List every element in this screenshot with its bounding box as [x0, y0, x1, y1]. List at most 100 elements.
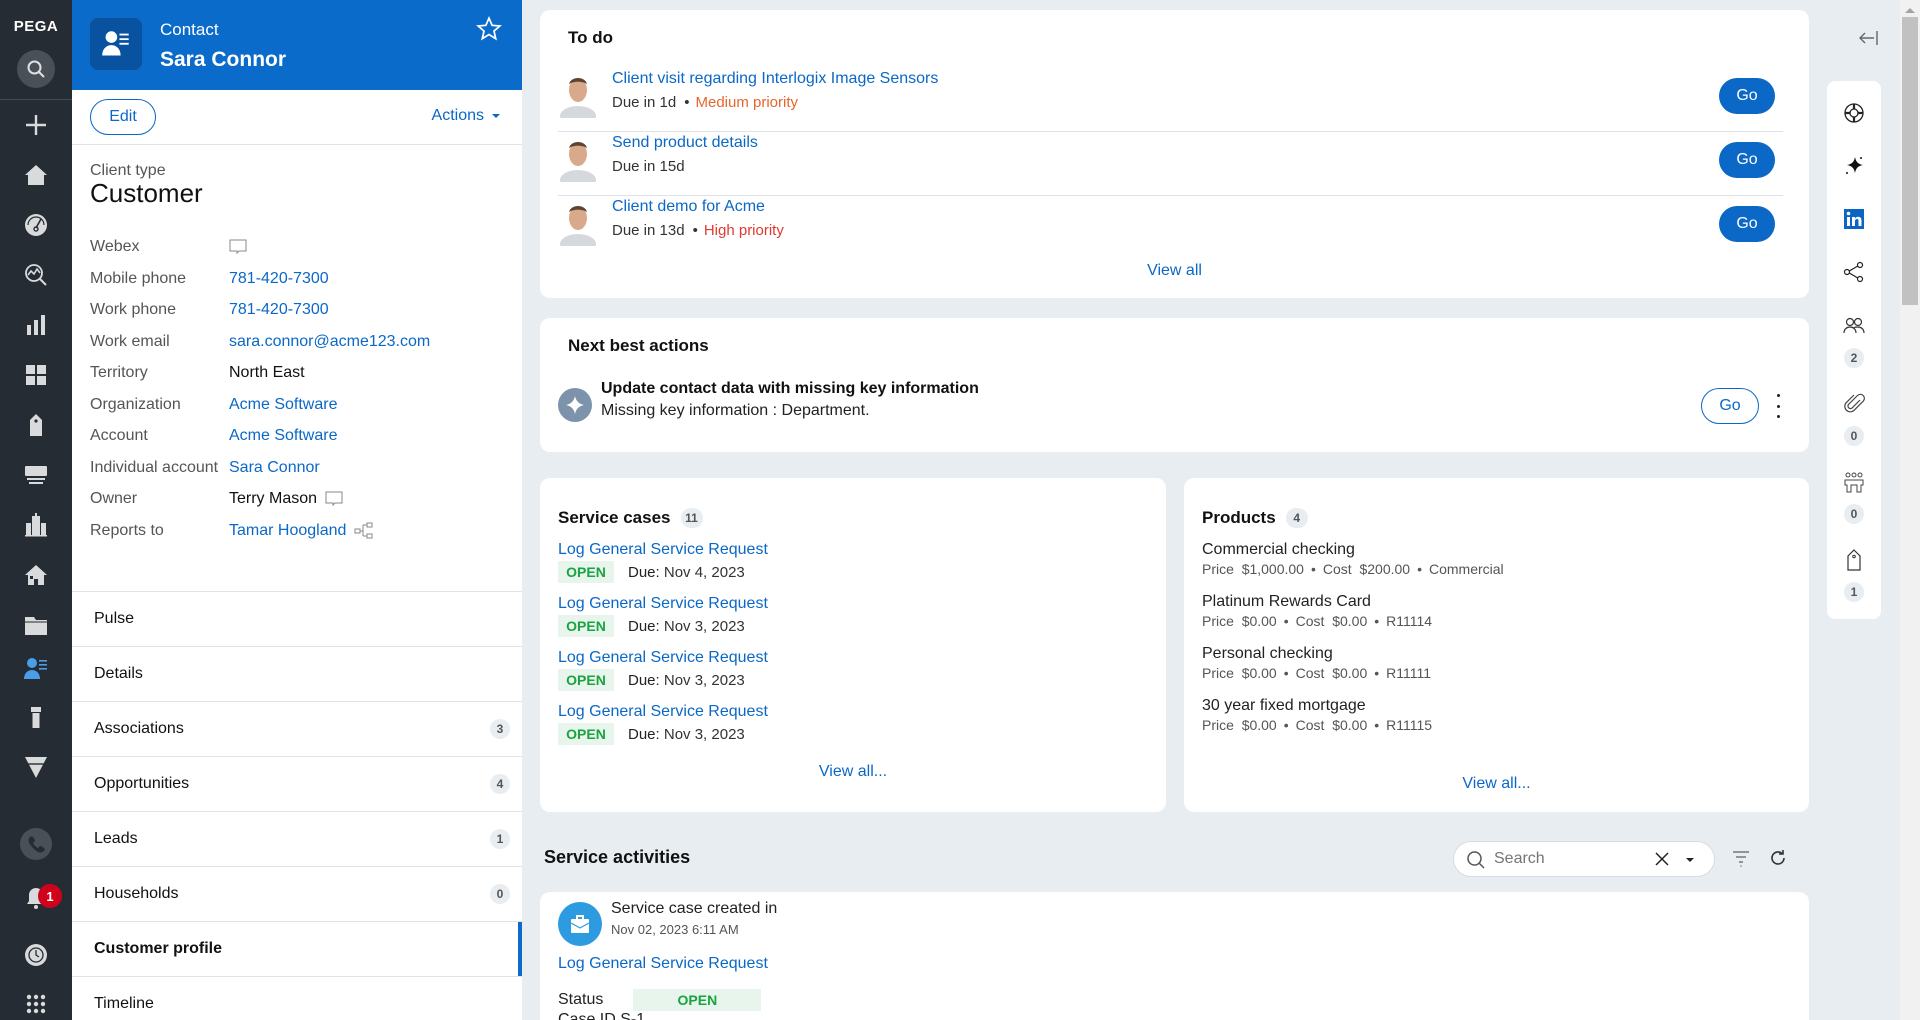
- nav-contacts[interactable]: [0, 651, 72, 687]
- nav-reports[interactable]: [0, 307, 72, 343]
- service-case-link[interactable]: Log General Service Request: [558, 649, 768, 667]
- search-options-dropdown-icon[interactable]: [1686, 858, 1694, 862]
- territory-value: North East: [229, 364, 305, 381]
- products-view-all-link[interactable]: View all...: [1184, 775, 1809, 793]
- tab-timeline[interactable]: Timeline: [72, 976, 522, 1020]
- service-case-item: Log General Service Request OPEN Due: Nov…: [558, 703, 768, 745]
- field-label: Reports to: [90, 521, 164, 539]
- product-meta: Price $1,000.00 • Cost $200.00 • Commercial: [1202, 561, 1504, 577]
- go-button[interactable]: Go: [1719, 78, 1775, 114]
- activity-headline: Service case created in: [611, 900, 778, 917]
- reports-to-value: Tamar Hoogland: [229, 520, 510, 542]
- nav-phone[interactable]: [0, 826, 72, 862]
- service-cases-view-all-link[interactable]: View all...: [540, 763, 1166, 781]
- nav-spaces[interactable]: [0, 357, 72, 393]
- collapse-panel-icon[interactable]: [1858, 28, 1880, 48]
- count-badge: 3: [490, 719, 510, 739]
- rail-tags[interactable]: 1: [1827, 548, 1881, 602]
- mobile-phone-link[interactable]: 781-420-7300: [229, 268, 510, 290]
- nav-explore-data[interactable]: [0, 257, 72, 293]
- nav-create[interactable]: [0, 107, 72, 143]
- search-icon: [27, 60, 45, 78]
- individual-account-link[interactable]: Sara Connor: [229, 457, 510, 479]
- go-button[interactable]: Go: [1719, 206, 1775, 242]
- activity-search-box: [1453, 841, 1715, 877]
- product-item: 30 year fixed mortgage Price $0.00 • Cost …: [1202, 697, 1432, 733]
- refresh-icon[interactable]: [1768, 848, 1788, 868]
- todo-item-link[interactable]: Send product details: [612, 134, 758, 152]
- nav-organizations[interactable]: [0, 507, 72, 543]
- rail-followers[interactable]: 2: [1827, 314, 1881, 368]
- activity-search-input[interactable]: [1494, 848, 1644, 870]
- go-button[interactable]: Go: [1719, 142, 1775, 178]
- todo-card: To do Client visit regarding Interlogix …: [540, 10, 1809, 298]
- tag-icon: [30, 414, 42, 436]
- scrollbar-thumb[interactable]: [1902, 17, 1918, 305]
- nav-products[interactable]: [0, 407, 72, 443]
- chart-search-icon: [25, 264, 47, 286]
- field-mobile-phone: Mobile phone 781-420-7300: [90, 268, 510, 290]
- pega-logo: PEGA: [13, 18, 59, 35]
- service-case-link[interactable]: Log General Service Request: [558, 703, 768, 721]
- clear-icon[interactable]: [1654, 851, 1670, 867]
- nav-home[interactable]: [0, 157, 72, 193]
- field-label: Organization: [90, 395, 181, 413]
- scroll-up-arrow-icon[interactable]: [1905, 8, 1915, 13]
- nav-accounts[interactable]: [0, 457, 72, 493]
- todo-view-all-link[interactable]: View all: [540, 262, 1809, 280]
- rail-team[interactable]: 0: [1827, 470, 1881, 524]
- tab-associations[interactable]: Associations 3: [72, 701, 522, 756]
- nav-history[interactable]: [0, 937, 72, 973]
- actions-menu-button[interactable]: Actions: [432, 107, 500, 125]
- chat-icon[interactable]: [325, 491, 343, 507]
- work-email-link[interactable]: sara.connor@acme123.com: [229, 331, 510, 353]
- reports-to-link[interactable]: Tamar Hoogland: [229, 520, 346, 542]
- service-case-link[interactable]: Log General Service Request: [558, 541, 768, 559]
- filter-icon[interactable]: [1731, 848, 1751, 868]
- global-search-button[interactable]: [17, 50, 55, 88]
- nav-dashboard[interactable]: [0, 207, 72, 243]
- tab-households[interactable]: Households 0: [72, 866, 522, 921]
- contact-name: Sara Connor: [160, 48, 287, 71]
- grid-icon: [26, 365, 46, 385]
- rail-share[interactable]: [1827, 260, 1881, 284]
- tab-pulse[interactable]: Pulse: [72, 591, 522, 646]
- apps-grid-icon: [26, 994, 46, 1014]
- tab-leads[interactable]: Leads 1: [72, 811, 522, 866]
- account-link[interactable]: Acme Software: [229, 425, 510, 447]
- more-options-icon[interactable]: [1775, 394, 1781, 418]
- nav-documents[interactable]: [0, 607, 72, 643]
- field-label: Individual account: [90, 458, 219, 476]
- status-badge: OPEN: [558, 723, 614, 745]
- nav-app-switcher[interactable]: [0, 986, 72, 1020]
- field-label: Owner: [90, 490, 138, 507]
- phone-icon: [20, 828, 52, 860]
- todo-item-link[interactable]: Client demo for Acme: [612, 198, 765, 216]
- service-case-link[interactable]: Log General Service Request: [558, 595, 768, 613]
- tab-customer-profile[interactable]: Customer profile: [72, 921, 522, 977]
- todo-item-link[interactable]: Client visit regarding Interlogix Image …: [612, 70, 938, 88]
- tab-details[interactable]: Details: [72, 646, 522, 701]
- nav-households[interactable]: [0, 557, 72, 593]
- org-chart-icon[interactable]: [354, 522, 374, 540]
- count-badge: 0: [1844, 426, 1864, 446]
- work-phone-link[interactable]: 781-420-7300: [229, 299, 510, 321]
- nba-go-button[interactable]: Go: [1701, 388, 1759, 424]
- chat-icon[interactable]: [229, 239, 247, 255]
- edit-button[interactable]: Edit: [90, 99, 156, 135]
- page-scrollbar[interactable]: [1900, 0, 1920, 1020]
- tab-opportunities[interactable]: Opportunities 4: [72, 756, 522, 811]
- nav-leads[interactable]: [0, 700, 72, 736]
- rail-help[interactable]: [1827, 101, 1881, 125]
- product-meta: Price $0.00 • Cost $0.00 • R11114: [1202, 613, 1433, 629]
- field-territory: Territory North East: [90, 362, 510, 384]
- rail-attachments[interactable]: 0: [1827, 392, 1881, 446]
- favorite-star-icon[interactable]: [476, 16, 502, 42]
- rail-linkedin[interactable]: [1827, 207, 1881, 231]
- nba-title: Next best actions: [568, 336, 709, 355]
- nav-funnel[interactable]: [0, 749, 72, 785]
- activity-case-link[interactable]: Log General Service Request: [558, 955, 768, 973]
- organization-link[interactable]: Acme Software: [229, 394, 510, 416]
- nav-notifications[interactable]: 1: [0, 880, 72, 916]
- rail-ai-assist[interactable]: [1827, 154, 1881, 178]
